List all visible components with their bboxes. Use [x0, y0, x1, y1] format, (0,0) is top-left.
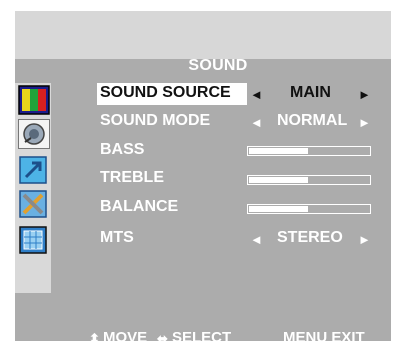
channel-icon[interactable]	[18, 155, 50, 185]
feature-icon[interactable]	[18, 225, 50, 255]
mts-label[interactable]: MTS	[100, 229, 134, 247]
sound-source-label[interactable]: SOUND SOURCE	[100, 84, 231, 102]
move-label: MOVE	[103, 329, 148, 341]
sound-mode-left-arrow[interactable]: ◄	[250, 115, 263, 130]
balance-slider[interactable]	[247, 204, 371, 214]
sound-icon[interactable]	[18, 119, 50, 149]
menu-exit-label: MENU EXIT	[283, 329, 365, 341]
mts-right-arrow[interactable]: ►	[358, 232, 371, 247]
sidebar	[15, 83, 51, 293]
sound-source-left-arrow[interactable]: ◄	[250, 87, 263, 102]
balance-level	[249, 206, 308, 212]
bass-level	[249, 148, 308, 154]
sound-mode-value: NORMAL	[277, 112, 348, 129]
osd-panel: SOUND SOUND SOURCE ◄ MAIN ► SOUND MODE ◄…	[15, 11, 391, 341]
bass-label[interactable]: BASS	[100, 141, 144, 159]
top-band	[15, 11, 391, 59]
setup-icon[interactable]	[18, 189, 50, 219]
balance-label[interactable]: BALANCE	[100, 198, 178, 216]
select-symbol: ⬌	[157, 331, 168, 341]
treble-level	[249, 177, 308, 183]
sound-mode-right-arrow[interactable]: ►	[358, 115, 371, 130]
bass-slider[interactable]	[247, 146, 371, 156]
sound-mode-label[interactable]: SOUND MODE	[100, 112, 210, 130]
sound-source-right-arrow[interactable]: ►	[358, 87, 371, 102]
menu-title: SOUND	[188, 57, 248, 74]
treble-label[interactable]: TREBLE	[100, 169, 164, 187]
treble-slider[interactable]	[247, 175, 371, 185]
footer-help: ⬍ MOVE ⬌ SELECT MENU EXIT	[15, 329, 391, 341]
move-symbol: ⬍	[89, 331, 100, 341]
mts-value: STEREO	[277, 229, 343, 246]
mts-left-arrow[interactable]: ◄	[250, 232, 263, 247]
select-label: SELECT	[172, 329, 232, 341]
picture-icon[interactable]	[18, 85, 50, 115]
sound-source-value: MAIN	[290, 84, 331, 101]
